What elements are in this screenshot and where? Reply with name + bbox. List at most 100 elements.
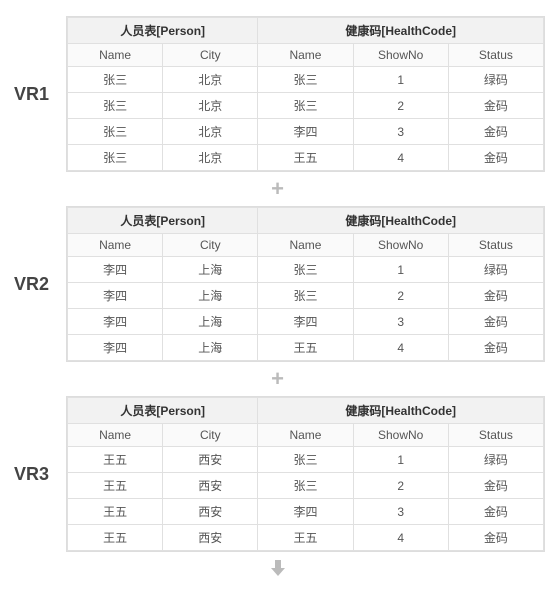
cell: 金码 [448,335,543,361]
col-health-showno: ShowNo [353,424,448,447]
cell: 上海 [163,335,258,361]
vr1-table: 人员表[Person] 健康码[HealthCode] Name City Na… [67,17,544,171]
plus-icon: + [271,176,284,201]
table-row: 李四上海李四3金码 [68,309,544,335]
vr2-table: 人员表[Person] 健康码[HealthCode] Name City Na… [67,207,544,361]
plus-separator: + [10,178,545,200]
cell: 张三 [258,283,353,309]
cell: 王五 [68,525,163,551]
cell: 北京 [163,93,258,119]
person-group-header: 人员表[Person] [68,208,258,234]
cell: 李四 [258,309,353,335]
cell: 王五 [68,499,163,525]
table-row: 王五西安李四3金码 [68,499,544,525]
cell: 李四 [258,119,353,145]
cell: 张三 [258,67,353,93]
table-row: 张三北京张三2金码 [68,93,544,119]
cell: 王五 [258,145,353,171]
cell: 张三 [258,447,353,473]
cell: 3 [353,309,448,335]
column-header-row: Name City Name ShowNo Status [68,234,544,257]
cell: 金码 [448,93,543,119]
vr2-label: VR2 [10,274,66,295]
table-row: 张三北京张三1绿码 [68,67,544,93]
col-health-status: Status [448,234,543,257]
cell: 金码 [448,119,543,145]
cell: 4 [353,335,448,361]
cell: 王五 [258,525,353,551]
plus-icon: + [271,366,284,391]
col-person-name: Name [68,424,163,447]
person-group-header: 人员表[Person] [68,398,258,424]
cell: 金码 [448,145,543,171]
health-group-header: 健康码[HealthCode] [258,18,544,44]
health-group-header: 健康码[HealthCode] [258,208,544,234]
health-group-header: 健康码[HealthCode] [258,398,544,424]
cell: 张三 [68,67,163,93]
cell: 李四 [258,499,353,525]
cell: 张三 [258,93,353,119]
table-row: 李四上海王五4金码 [68,335,544,361]
vr1-block: VR1 人员表[Person] 健康码[HealthCode] Name Cit… [10,16,545,172]
plus-separator: + [10,368,545,390]
cell: 张三 [68,93,163,119]
cell: 金码 [448,499,543,525]
col-health-status: Status [448,424,543,447]
group-header-row: 人员表[Person] 健康码[HealthCode] [68,18,544,44]
group-header-row: 人员表[Person] 健康码[HealthCode] [68,208,544,234]
cell: 西安 [163,499,258,525]
cell: 绿码 [448,67,543,93]
cell: 北京 [163,145,258,171]
vr3-table-wrap: 人员表[Person] 健康码[HealthCode] Name City Na… [66,396,545,552]
cell: 王五 [68,447,163,473]
vr1-label: VR1 [10,84,66,105]
cell: 李四 [68,335,163,361]
cell: 金码 [448,525,543,551]
table-row: 张三北京李四3金码 [68,119,544,145]
cell: 4 [353,145,448,171]
down-arrow-separator [10,558,545,582]
cell: 李四 [68,257,163,283]
cell: 王五 [68,473,163,499]
col-person-city: City [163,234,258,257]
cell: 张三 [258,257,353,283]
table-row: 王五西安张三1绿码 [68,447,544,473]
cell: 绿码 [448,447,543,473]
col-person-city: City [163,424,258,447]
cell: 1 [353,257,448,283]
group-header-row: 人员表[Person] 健康码[HealthCode] [68,398,544,424]
cell: 李四 [68,283,163,309]
cell: 张三 [258,473,353,499]
cell: 张三 [68,119,163,145]
cell: 上海 [163,283,258,309]
table-row: 李四上海张三2金码 [68,283,544,309]
cell: 北京 [163,67,258,93]
vr2-block: VR2 人员表[Person] 健康码[HealthCode] Name Cit… [10,206,545,362]
cell: 1 [353,67,448,93]
cell: 2 [353,93,448,119]
table-row: 张三北京王五4金码 [68,145,544,171]
vr3-table: 人员表[Person] 健康码[HealthCode] Name City Na… [67,397,544,551]
cell: 上海 [163,257,258,283]
col-person-city: City [163,44,258,67]
vr3-block: VR3 人员表[Person] 健康码[HealthCode] Name Cit… [10,396,545,552]
col-health-status: Status [448,44,543,67]
col-health-name: Name [258,424,353,447]
vr1-table-wrap: 人员表[Person] 健康码[HealthCode] Name City Na… [66,16,545,172]
cell: 金码 [448,283,543,309]
col-health-showno: ShowNo [353,234,448,257]
person-group-header: 人员表[Person] [68,18,258,44]
cell: 金码 [448,473,543,499]
table-row: 王五西安张三2金码 [68,473,544,499]
cell: 4 [353,525,448,551]
cell: 3 [353,119,448,145]
cell: 李四 [68,309,163,335]
cell: 3 [353,499,448,525]
table-row: 王五西安王五4金码 [68,525,544,551]
down-arrow-icon [268,558,288,583]
cell: 上海 [163,309,258,335]
vr2-table-wrap: 人员表[Person] 健康码[HealthCode] Name City Na… [66,206,545,362]
cell: 北京 [163,119,258,145]
col-health-name: Name [258,44,353,67]
cell: 西安 [163,447,258,473]
